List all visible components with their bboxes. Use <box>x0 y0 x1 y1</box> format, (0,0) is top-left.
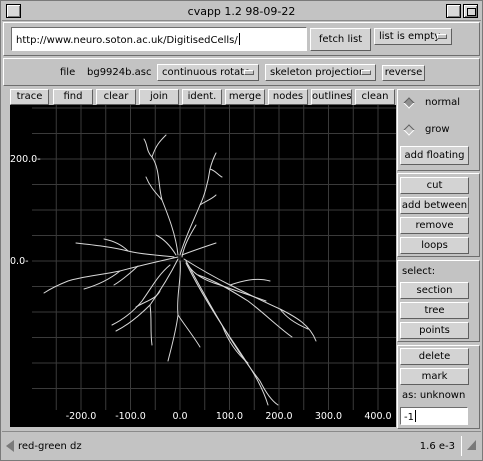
add-between-button[interactable]: add between <box>400 197 469 214</box>
neuron-canvas[interactable]: -200.0 -100.0 0.0 100.0 200.0 300.0 400.0 200.0… <box>10 105 396 427</box>
x-tick-label: 100.0 <box>216 411 243 422</box>
neuron-branch <box>167 260 181 362</box>
option-menu-indicator-icon <box>437 34 447 39</box>
fetch-list-button[interactable]: fetch list <box>310 28 371 51</box>
neuron-branch <box>111 264 171 326</box>
app-window: cvapp 1.2 98-09-22 http://www.neuro.soto… <box>0 0 483 461</box>
neuron-branch <box>179 152 217 256</box>
list-menu-label: list is empty <box>379 31 441 42</box>
x-tick-label: 400.0 <box>364 411 391 422</box>
projection-menu-label: skeleton projection <box>270 67 366 78</box>
neuron-branch <box>143 138 153 158</box>
loops-button[interactable]: loops <box>400 237 469 254</box>
neuron-branch <box>151 134 179 256</box>
neuron-branch <box>183 258 317 342</box>
mode-normal-label: normal <box>425 97 461 108</box>
mark-button[interactable]: mark <box>400 368 469 385</box>
reverse-button[interactable]: reverse <box>382 65 425 81</box>
select-section-button[interactable]: section <box>400 282 469 299</box>
minimize-button[interactable] <box>446 4 461 18</box>
neuron-branch <box>185 260 279 406</box>
status-bar: red-green dz 1.6 e-3 <box>2 431 481 459</box>
cut-button[interactable]: cut <box>400 177 469 194</box>
select-tree-button[interactable]: tree <box>400 302 469 319</box>
x-tick-label: -200.0 <box>66 411 97 422</box>
x-tick-label: 300.0 <box>315 411 342 422</box>
delete-button[interactable]: delete <box>400 348 469 365</box>
radio-diamond-icon <box>403 124 415 136</box>
rotate-menu[interactable]: continuous rotate <box>157 64 259 81</box>
neuron-branch <box>209 168 223 178</box>
url-field-text: http://www.neuro.soton.ac.uk/DigitisedCe… <box>16 35 238 46</box>
option-menu-indicator-icon <box>244 70 254 75</box>
y-tick-label: 200.0- <box>10 154 41 165</box>
neuron-branch <box>229 278 271 286</box>
file-name: bg9924b.asc <box>87 67 152 78</box>
x-tick-label: 0.0 <box>172 411 187 422</box>
file-label: file <box>60 67 76 78</box>
rotate-menu-label: continuous rotate <box>162 67 251 78</box>
mode-grow-radio[interactable]: grow <box>401 122 471 142</box>
neuron-branch <box>113 265 139 286</box>
maximize-button[interactable] <box>463 4 478 18</box>
text-cursor <box>238 33 240 45</box>
outlines-button[interactable]: outlines <box>311 89 352 105</box>
select-label: select: <box>402 266 436 277</box>
merge-button[interactable]: merge <box>225 89 265 105</box>
neuron-branch <box>75 242 175 258</box>
url-field[interactable]: http://www.neuro.soton.ac.uk/DigitisedCe… <box>11 27 307 51</box>
title-bar[interactable]: cvapp 1.2 98-09-22 <box>2 2 481 21</box>
trace-button[interactable]: trace <box>10 89 49 105</box>
x-tick-label: -100.0 <box>115 411 146 422</box>
status-mode-text: red-green dz <box>18 441 82 452</box>
projection-menu[interactable]: skeleton projection <box>265 64 376 81</box>
status-scale-text: 1.6 e-3 <box>419 441 455 452</box>
list-menu[interactable]: list is empty <box>374 28 452 45</box>
clear-button[interactable]: clear <box>96 89 136 105</box>
neuron-branch <box>103 238 129 252</box>
text-cursor <box>414 410 416 422</box>
as-unknown-label: as: unknown <box>402 390 466 401</box>
select-points-button[interactable]: points <box>400 322 469 339</box>
ident-button[interactable]: ident. <box>182 89 222 105</box>
neuron-plot[interactable]: -200.0 -100.0 0.0 100.0 200.0 300.0 400.0 200.0… <box>10 105 396 427</box>
resize-grip-icon[interactable] <box>461 436 479 456</box>
radio-diamond-icon <box>403 97 415 109</box>
add-floating-button[interactable]: add floating <box>400 146 469 165</box>
window-title: cvapp 1.2 98-09-22 <box>187 5 296 18</box>
join-button[interactable]: join <box>139 89 179 105</box>
find-button[interactable]: find <box>53 89 93 105</box>
neuron-branch <box>43 256 179 294</box>
neuron-branch <box>181 242 217 256</box>
x-tick-label: 200.0 <box>265 411 292 422</box>
nodes-button[interactable]: nodes <box>268 89 308 105</box>
y-tick-label: 0.0- <box>10 256 29 267</box>
neuron-branch <box>197 274 293 338</box>
neuron-branch <box>149 304 153 346</box>
mode-normal-radio[interactable]: normal <box>401 95 471 115</box>
mode-grow-label: grow <box>425 124 450 135</box>
plot-grid <box>32 105 396 410</box>
remove-button[interactable]: remove <box>400 217 469 234</box>
mark-number-value: -1 <box>404 412 414 423</box>
neuron-branch <box>177 314 201 348</box>
neuron-branch <box>155 234 177 256</box>
mark-number-field[interactable]: -1 <box>400 407 468 425</box>
clean-button[interactable]: clean <box>355 89 395 105</box>
option-menu-indicator-icon <box>361 70 371 75</box>
scroll-left-arrow-icon[interactable] <box>6 440 14 452</box>
